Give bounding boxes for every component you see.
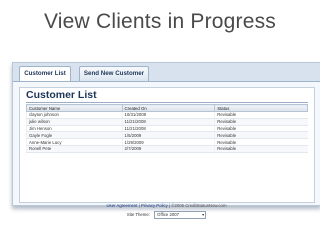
cell-created-on: 10/31/2008 (121, 111, 215, 119)
column-header-status[interactable]: Status (214, 104, 308, 112)
table-row[interactable]: julie wilson 11/21/2008 Revisable (26, 118, 308, 126)
cell-created-on: 11/21/2008 (121, 118, 215, 126)
table-row[interactable]: Gayle Fogle 1/5/2009 Revisable (26, 131, 308, 140)
table-row[interactable]: clayton johnson 10/31/2008 Revisable (26, 111, 308, 119)
column-header-customer-name[interactable]: Customer Name (26, 104, 123, 112)
site-theme-select[interactable]: Office 2007 ▾ (154, 211, 207, 219)
cell-customer-name: Jim Henson (26, 125, 123, 133)
customer-list-panel: Customer List Customer Name Created On S… (19, 87, 315, 203)
column-header-created-on[interactable]: Created On (121, 104, 216, 112)
cell-customer-name: Gayle Fogle (26, 131, 123, 140)
cell-created-on: 1/5/2009 (121, 131, 215, 140)
table-row[interactable]: Anne-Marie Lucy 1/29/2009 Revisable (26, 138, 308, 146)
page-title: Customer List (26, 89, 97, 101)
cell-status: Revisable (214, 131, 308, 140)
tab-customer-list[interactable]: Customer List (19, 66, 71, 81)
table-row[interactable]: Jim Henson 11/21/2008 Revisable (26, 125, 308, 133)
site-theme-label: Site Theme: (126, 212, 150, 218)
tab-send-new-customer[interactable]: Send New Customer (79, 66, 149, 81)
cell-created-on: 1/29/2009 (121, 138, 215, 146)
heading-divider (26, 102, 308, 103)
site-theme-row: Site Theme: Office 2007 ▾ (13, 211, 320, 219)
chevron-down-icon: ▾ (202, 212, 205, 217)
user-agreement-link[interactable]: User Agreement (106, 203, 137, 208)
table-row[interactable]: Ronell Pete 2/7/2009 Revisable (26, 145, 308, 153)
cell-customer-name: clayton johnson (26, 111, 123, 119)
cell-customer-name: Ronell Pete (26, 145, 123, 153)
privacy-policy-link[interactable]: Privacy Policy (141, 203, 168, 208)
cell-status: Revisable (214, 138, 308, 146)
cell-status: Revisable (214, 125, 308, 133)
app-window: Customer List Send New Customer Customer… (12, 62, 320, 219)
copyright-text: | ©2005 CreditStatusNow.com (167, 203, 227, 208)
cell-status: Revisable (214, 145, 308, 153)
cell-customer-name: Anne-Marie Lucy (26, 138, 123, 146)
footer-links: User Agreement | Privacy Policy | ©2005 … (13, 203, 320, 208)
tab-bar: Customer List Send New Customer (13, 63, 320, 82)
cell-status: Revisable (214, 111, 308, 119)
cell-status: Revisable (214, 118, 308, 126)
cell-created-on: 11/21/2008 (121, 125, 215, 133)
slide-title: View Clients in Progress (43, 10, 276, 33)
customer-table: Customer Name Created On Status clayton … (26, 104, 308, 153)
site-theme-value: Office 2007 (157, 212, 180, 217)
cell-customer-name: julie wilson (26, 118, 123, 126)
cell-created-on: 2/7/2009 (121, 145, 215, 153)
